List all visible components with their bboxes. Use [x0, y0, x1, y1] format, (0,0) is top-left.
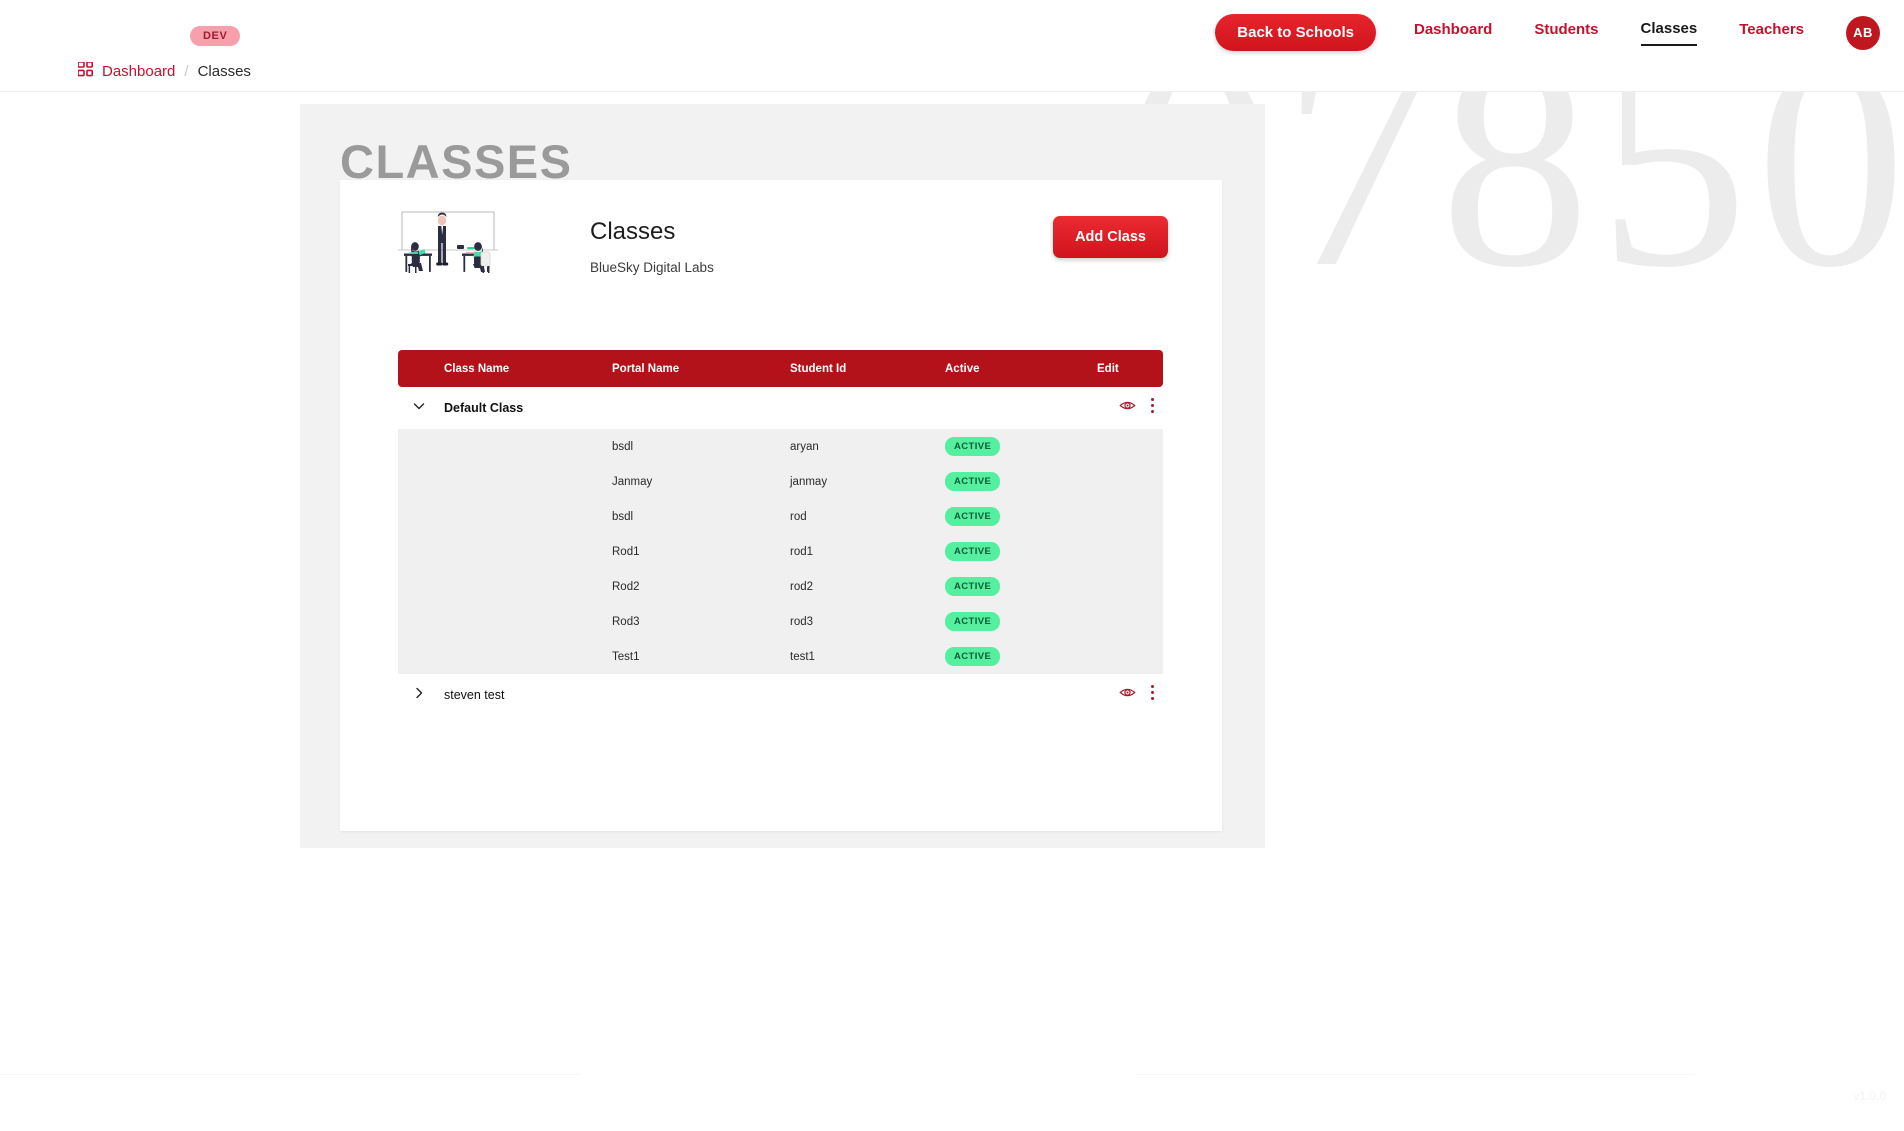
classes-card: Classes BlueSky Digital Labs Add Class C… [340, 180, 1222, 831]
cell-portal-name: Test1 [612, 650, 640, 663]
card-header: Classes BlueSky Digital Labs Add Class [398, 208, 1168, 304]
cell-student-id: aryan [790, 440, 819, 453]
card-title: Classes [590, 218, 676, 245]
cell-student-id: janmay [790, 475, 828, 488]
breadcrumb: Dashboard / Classes [77, 61, 251, 81]
avatar[interactable]: AB [1846, 15, 1880, 50]
cell-student-id: rod2 [790, 580, 814, 593]
table-row[interactable]: Janmay janmay ACTIVE [398, 464, 1163, 499]
nav-item-students[interactable]: Students [1534, 21, 1598, 45]
table-header-class-name: Class Name [444, 362, 510, 375]
cell-portal-name: Rod1 [612, 545, 640, 558]
expand-toggle-default-class[interactable] [398, 399, 444, 418]
table-header-student-id: Student Id [790, 362, 847, 375]
cell-portal-name: Rod2 [612, 580, 640, 593]
table-header-active: Active [945, 362, 980, 375]
group-name: Default Class [444, 401, 524, 415]
chevron-right-icon[interactable] [412, 686, 426, 700]
status-badge: ACTIVE [945, 542, 1001, 561]
footer-divider-right [1135, 1074, 1695, 1075]
breadcrumb-current: Classes [197, 63, 251, 80]
table-header-portal-name: Portal Name [612, 362, 680, 375]
table-group-row[interactable]: steven test [398, 674, 1163, 716]
more-vertical-icon[interactable] [1150, 684, 1155, 706]
top-bar: DEV Dashboard / Classes Back to Schools … [0, 0, 1904, 92]
table-header-row: Class Name Portal Name Student Id Active… [398, 350, 1163, 387]
breadcrumb-dashboard-link[interactable]: Dashboard [102, 63, 175, 80]
group-rows-default-class: bsdl aryan ACTIVE Janmay janmay ACTIVE b… [398, 429, 1163, 674]
status-badge: ACTIVE [945, 472, 1001, 491]
nav-item-teachers[interactable]: Teachers [1739, 21, 1804, 45]
table-row[interactable]: Rod1 rod1 ACTIVE [398, 534, 1163, 569]
table-header-edit: Edit [1097, 362, 1119, 375]
table-row[interactable]: bsdl aryan ACTIVE [398, 429, 1163, 464]
table-row[interactable]: bsdl rod ACTIVE [398, 499, 1163, 534]
group-name: steven test [444, 688, 505, 702]
status-badge: ACTIVE [945, 437, 1001, 456]
cell-student-id: rod [790, 510, 807, 523]
eye-icon[interactable] [1119, 397, 1136, 419]
cell-student-id: test1 [790, 650, 815, 663]
cell-portal-name: bsdl [612, 440, 634, 453]
classes-table: Class Name Portal Name Student Id Active… [398, 350, 1163, 716]
cell-portal-name: bsdl [612, 510, 634, 523]
cell-student-id: rod1 [790, 545, 814, 558]
main-navigation: Back to Schools Dashboard Students Class… [1215, 14, 1880, 51]
card-title-block: Classes BlueSky Digital Labs [590, 218, 714, 275]
breadcrumb-separator: / [184, 63, 189, 80]
status-badge: ACTIVE [945, 507, 1001, 526]
cell-portal-name: Rod3 [612, 615, 640, 628]
cell-student-id: rod3 [790, 615, 814, 628]
status-badge: ACTIVE [945, 577, 1001, 596]
table-row[interactable]: Rod2 rod2 ACTIVE [398, 569, 1163, 604]
add-class-button[interactable]: Add Class [1053, 216, 1168, 258]
group-actions [1119, 684, 1155, 706]
cell-portal-name: Janmay [612, 475, 653, 488]
status-badge: ACTIVE [945, 647, 1001, 666]
back-to-schools-button[interactable]: Back to Schools [1215, 14, 1376, 51]
version-label: v1.0.0 [1853, 1089, 1886, 1103]
card-subtitle: BlueSky Digital Labs [590, 260, 714, 275]
chevron-down-icon[interactable] [412, 399, 426, 413]
more-vertical-icon[interactable] [1150, 397, 1155, 419]
dev-environment-badge: DEV [190, 26, 241, 46]
nav-item-dashboard[interactable]: Dashboard [1414, 21, 1492, 45]
status-badge: ACTIVE [945, 612, 1001, 631]
classroom-illustration [398, 208, 498, 292]
table-row[interactable]: Test1 test1 ACTIVE [398, 639, 1163, 674]
table-group-row[interactable]: Default Class [398, 387, 1163, 429]
grid-icon [77, 61, 93, 81]
group-actions [1119, 397, 1155, 419]
expand-toggle-steven-test[interactable] [398, 686, 444, 705]
footer-divider-left [0, 1074, 580, 1075]
eye-icon[interactable] [1119, 684, 1136, 706]
table-row[interactable]: Rod3 rod3 ACTIVE [398, 604, 1163, 639]
nav-item-classes[interactable]: Classes [1640, 20, 1698, 46]
